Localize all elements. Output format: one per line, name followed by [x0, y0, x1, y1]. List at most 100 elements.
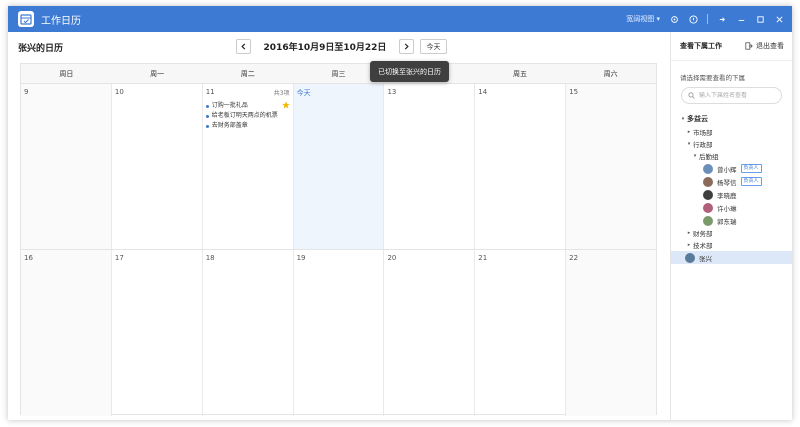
exit-view-button[interactable]: 退出查看 — [745, 41, 784, 51]
tree-group[interactable]: ▾ 后勤组 — [671, 150, 792, 162]
day-cell[interactable]: 18 — [203, 250, 294, 416]
tree-member[interactable]: 许小琳 — [671, 201, 792, 214]
weekday-header: 周日周一周二周三周四周五周六 — [21, 64, 656, 84]
maximize-icon[interactable] — [755, 14, 765, 24]
calendar-owner-title: 张兴的日历 — [18, 44, 64, 54]
tree-node-label: 后勤组 — [699, 153, 719, 161]
day-number: 20 — [387, 254, 397, 262]
weekday-label: 周六 — [603, 70, 618, 78]
event-item[interactable]: 订购一批礼品 — [205, 101, 290, 111]
subordinate-search-input[interactable] — [699, 92, 779, 99]
caret-right-icon[interactable]: ▸ — [685, 230, 693, 236]
tree-member[interactable]: 曾小辉 负责人 — [671, 162, 792, 175]
day-cell[interactable]: 20 — [384, 250, 476, 416]
event-list: 订购一批礼品给老板订明天两点的机票 去财务部盖章 — [205, 101, 290, 131]
day-number: 19 — [296, 254, 306, 262]
calendar-grid: 周日周一周二周三周四周五周六 91011共3项订购一批礼品给老板订明天两点的机票… — [20, 63, 657, 416]
day-cell[interactable]: 15 — [566, 84, 657, 249]
panel-divider — [671, 60, 792, 61]
event-title: 订购一批礼品 — [211, 102, 248, 109]
day-number: 9 — [24, 88, 29, 96]
event-title: 去财务部盖章 — [211, 122, 248, 129]
tree-node-label: 市场部 — [693, 129, 713, 137]
tree-node-label: 行政部 — [693, 141, 713, 149]
leader-badge: 负责人 — [740, 164, 762, 173]
caret-down-icon[interactable]: ▾ — [691, 153, 699, 159]
day-number: 18 — [205, 254, 215, 262]
avatar — [703, 163, 713, 174]
tree-department[interactable]: ▸ 技术部 — [671, 239, 792, 251]
event-item[interactable]: 去财务部盖章 — [205, 121, 290, 131]
weekday-label: 周二 — [240, 70, 255, 78]
weekday-label: 周日 — [59, 70, 74, 78]
tree-department[interactable]: ▸ 市场部 — [671, 126, 792, 138]
tree-member[interactable]: 杨琴信 负责人 — [671, 175, 792, 188]
view-mode-dropdown[interactable]: 宽阔视图 ▾ — [626, 14, 660, 24]
calendar-toolbar: 张兴的日历 2016年10月9日至10月22日 今天 — [8, 32, 668, 62]
day-number: 10 — [114, 88, 124, 96]
tree-department[interactable]: ▸ 财务部 — [671, 227, 792, 239]
gear-icon[interactable] — [669, 14, 679, 24]
day-cell[interactable]: 19 — [294, 250, 385, 416]
day-number: 21 — [478, 254, 488, 262]
caret-down-icon[interactable]: ▾ — [685, 141, 693, 147]
caret-down-icon[interactable]: ▾ — [679, 116, 687, 122]
day-number: 13 — [387, 88, 397, 96]
bullet-icon — [205, 124, 209, 128]
caret-right-icon[interactable]: ▸ — [685, 242, 693, 248]
day-number: 22 — [569, 254, 579, 262]
event-title: 给老板订明天两点的机票 — [211, 112, 278, 119]
day-cell[interactable]: 16 — [21, 250, 112, 416]
chevron-down-icon: ▾ — [656, 15, 660, 23]
chevron-left-icon — [241, 43, 246, 50]
next-period-button[interactable] — [399, 39, 414, 54]
star-icon[interactable] — [281, 101, 290, 111]
day-cell[interactable]: 9 — [21, 84, 112, 249]
calendar-weeks: 9 10 11 共3项 订购一批礼品 给老板订明天两点的机票 去财务部盖章 今天 13 14 15 1… — [21, 84, 657, 416]
day-cell[interactable]: 13 — [384, 84, 476, 249]
day-number: 今天 — [296, 89, 311, 97]
event-count: 共3项 — [273, 90, 290, 97]
week-row: 9 10 11 共3项 订购一批礼品 给老板订明天两点的机票 去财务部盖章 今天 13 14 15 — [21, 84, 657, 250]
subordinates-panel: 查看下属工作 退出查看 请选择需要查看的下属 ▾多益云▸市场部▾行政部▾后勤组曾… — [670, 32, 792, 420]
member-name: 曾小辉 — [717, 165, 737, 174]
event-item[interactable]: 给老板订明天两点的机票 — [205, 111, 290, 121]
day-cell[interactable]: 21 — [475, 250, 567, 416]
member-name: 张兴 — [699, 254, 712, 263]
title-bar: 工作日历 宽阔视图 ▾ — [8, 6, 792, 32]
day-cell[interactable]: 22 — [566, 250, 657, 416]
today-button[interactable]: 今天 — [420, 39, 447, 54]
day-cell[interactable]: 今天 — [293, 84, 385, 249]
member-name: 郭东瑞 — [717, 217, 737, 226]
day-cell[interactable]: 10 — [112, 84, 203, 249]
day-cell[interactable]: 14 — [475, 84, 567, 249]
tree-member[interactable]: 李晓鹿 — [671, 188, 792, 201]
exit-icon — [745, 42, 753, 50]
avatar — [703, 215, 713, 226]
member-name: 杨琴信 — [717, 178, 737, 187]
day-number: 11 — [205, 88, 215, 96]
panel-title: 查看下属工作 — [680, 42, 722, 50]
org-tree: ▾ 多益云 ▸ 市场部 ▾ 行政部 ▾ 后勤组 曾小辉 负责人 杨琴信 负责人 李晓鹿 许小琳 郭东瑞 ▸ 财务… — [671, 112, 792, 264]
day-cell[interactable]: 17 — [112, 250, 203, 416]
date-range-label: 2016年10月9日至10月22日 — [263, 43, 387, 53]
caret-right-icon[interactable]: ▸ — [685, 129, 693, 135]
tree-root-company[interactable]: ▾ 多益云 — [671, 112, 792, 126]
week-row: 16 17 18 19 20 21 22 — [21, 250, 657, 416]
minimize-icon[interactable] — [736, 14, 746, 24]
bullet-icon — [205, 114, 209, 118]
leader-badge: 负责人 — [740, 177, 762, 186]
tree-department[interactable]: ▾ 行政部 — [671, 138, 792, 150]
member-name: 李晓鹿 — [717, 191, 737, 200]
tree-member[interactable]: 张兴 — [671, 251, 792, 264]
tree-member[interactable]: 郭东瑞 — [671, 214, 792, 227]
weekday-label: 周一 — [150, 70, 165, 78]
day-number: 14 — [478, 88, 488, 96]
pin-icon[interactable] — [717, 14, 727, 24]
day-cell[interactable]: 11 共3项订购一批礼品给老板订明天两点的机票 去财务部盖章 — [203, 84, 294, 249]
previous-period-button[interactable] — [236, 39, 251, 54]
help-icon[interactable] — [688, 14, 698, 24]
panel-hint: 请选择需要查看的下属 — [680, 74, 745, 82]
close-icon[interactable] — [774, 14, 784, 24]
tree-node-label: 财务部 — [693, 230, 713, 238]
